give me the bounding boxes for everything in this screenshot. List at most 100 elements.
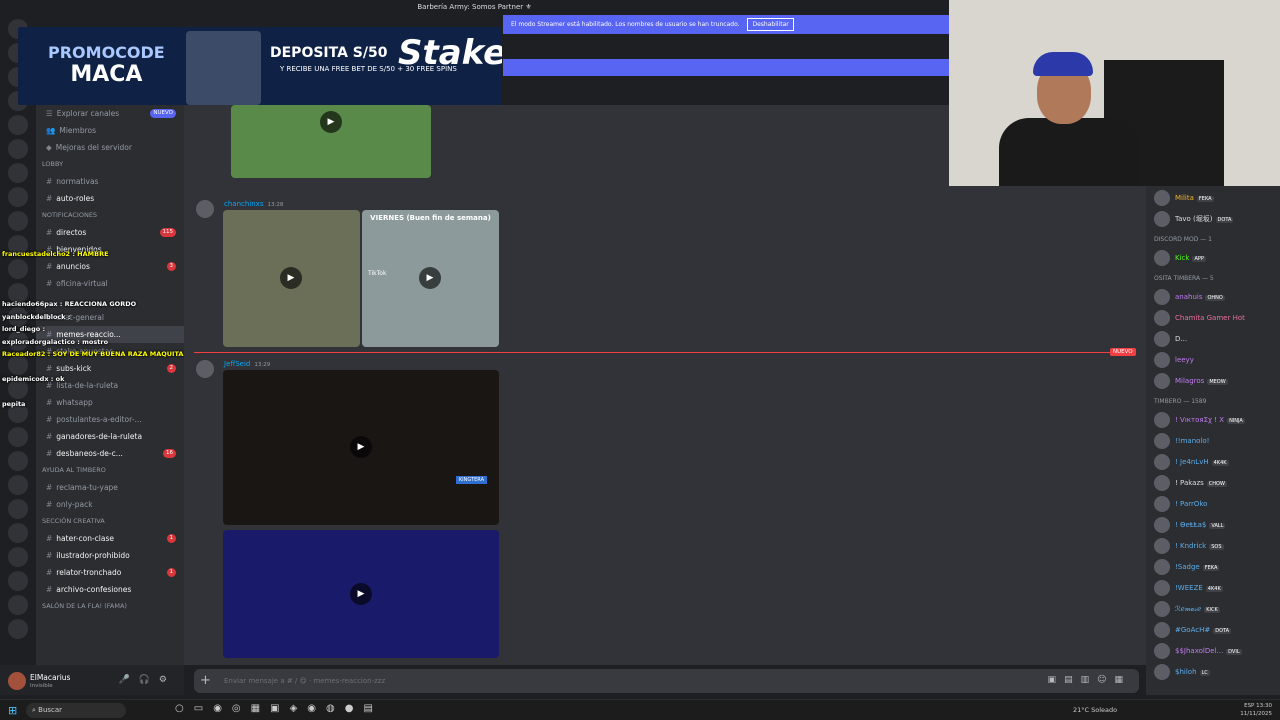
server-icon[interactable] bbox=[8, 571, 28, 591]
play-icon[interactable]: ▶ bbox=[419, 267, 441, 289]
play-icon[interactable]: ▶ bbox=[320, 111, 342, 133]
app-icon[interactable]: ◈ bbox=[290, 703, 308, 714]
app-icon[interactable]: ● bbox=[345, 703, 364, 714]
avatar[interactable] bbox=[196, 360, 214, 378]
author-name[interactable]: chanchinxs bbox=[224, 200, 263, 208]
server-icon[interactable] bbox=[8, 499, 28, 519]
avatar[interactable] bbox=[196, 200, 214, 218]
sticker-icon[interactable]: ▥ bbox=[1081, 675, 1098, 685]
mic-icon[interactable]: 🎤 bbox=[118, 675, 138, 685]
channel-category[interactable]: AYUDA AL TIMBERO bbox=[36, 462, 184, 479]
app-icon[interactable]: ▣ bbox=[270, 703, 289, 714]
add-attachment-icon[interactable]: + bbox=[200, 673, 211, 688]
member-item[interactable]: ! Pakazs CHOW bbox=[1154, 475, 1227, 493]
hash-icon: # bbox=[46, 500, 53, 509]
clock[interactable]: ESP 13:30 11/11/2025 bbox=[1240, 702, 1272, 718]
channel-category[interactable]: SECCIÓN CREATIVA bbox=[36, 513, 184, 530]
channel-item[interactable]: # archivo-confesiones bbox=[36, 581, 184, 598]
channel-category[interactable]: SALÓN DE LA FLA! (FAMA) bbox=[36, 598, 184, 615]
server-icon[interactable] bbox=[8, 115, 28, 135]
channel-item[interactable]: # reclama-tu-yape bbox=[36, 479, 184, 496]
windows-start-icon[interactable]: ⊞ bbox=[8, 704, 17, 717]
member-item[interactable]: Kick APP bbox=[1154, 250, 1206, 268]
video-attachment[interactable]: ▶ bbox=[223, 210, 360, 347]
member-item[interactable]: ! ParrOko bbox=[1154, 496, 1207, 514]
video-attachment[interactable]: ▶ bbox=[223, 530, 499, 658]
member-item[interactable]: leeyy bbox=[1154, 352, 1194, 370]
channel-category[interactable]: LOBBY bbox=[36, 156, 184, 173]
member-item[interactable]: Milagros MEOW bbox=[1154, 373, 1228, 391]
member-item[interactable]: !WEEZE 4K4K bbox=[1154, 580, 1223, 598]
user-name[interactable]: ElMacarius bbox=[30, 673, 70, 682]
gear-icon[interactable]: ⚙ bbox=[159, 675, 176, 685]
server-icon[interactable] bbox=[8, 187, 28, 207]
channel-item[interactable]: # auto-roles bbox=[36, 190, 184, 207]
play-icon[interactable]: ▶ bbox=[350, 436, 372, 458]
channel-label: LOBBY bbox=[42, 160, 64, 168]
server-icon[interactable] bbox=[8, 595, 28, 615]
gift-icon[interactable]: ▣ bbox=[1048, 675, 1065, 685]
app-icon[interactable]: ◎ bbox=[232, 703, 251, 714]
app-icon[interactable]: ◉ bbox=[213, 703, 232, 714]
author-name[interactable]: JeffSeid bbox=[224, 360, 250, 368]
app-icon[interactable]: ◉ bbox=[307, 703, 326, 714]
message-input[interactable]: + Enviar mensaje a # / 😋 · memes-reaccio… bbox=[194, 669, 1139, 693]
channel-item[interactable]: # hater-con-clase 1 bbox=[36, 530, 184, 547]
member-item[interactable]: Tavo (堀坂) DOTA bbox=[1154, 211, 1234, 229]
app-icon[interactable]: ▤ bbox=[363, 703, 382, 714]
avatar[interactable] bbox=[8, 672, 26, 690]
member-item[interactable]: ! ϴeⱠⱠa$ VALL bbox=[1154, 517, 1226, 535]
gif-icon[interactable]: ▤ bbox=[1064, 675, 1081, 685]
video-attachment[interactable]: KINGTERA ▶ bbox=[223, 370, 499, 525]
members-link[interactable]: 👥 Miembros bbox=[36, 122, 184, 139]
channel-item[interactable]: # only-pack bbox=[36, 496, 184, 513]
server-icon[interactable] bbox=[8, 523, 28, 543]
channel-item[interactable]: # desbaneos-de-c... 16 bbox=[36, 445, 184, 462]
server-boosts[interactable]: ◆ Mejoras del servidor bbox=[36, 139, 184, 156]
media-attachment[interactable]: ▶ bbox=[231, 105, 431, 178]
server-icon[interactable] bbox=[8, 475, 28, 495]
member-item[interactable]: ! Je4nLvH 4K4K bbox=[1154, 454, 1229, 472]
play-icon[interactable]: ▶ bbox=[280, 267, 302, 289]
app-icon[interactable]: ○ bbox=[175, 703, 194, 714]
server-icon[interactable] bbox=[8, 139, 28, 159]
member-item[interactable]: !!manolo! bbox=[1154, 433, 1209, 451]
weather-widget[interactable]: 21°C Soleado bbox=[1073, 706, 1117, 714]
member-item[interactable]: !Sadge FEKA bbox=[1154, 559, 1220, 577]
channel-item[interactable]: # ilustrador-prohibido bbox=[36, 547, 184, 564]
explore-channels-label: Explorar canales bbox=[56, 109, 120, 118]
taskbar-search[interactable]: ⌕ Buscar bbox=[26, 703, 126, 718]
server-icon[interactable] bbox=[8, 427, 28, 447]
member-item[interactable]: anahuis OHNO bbox=[1154, 289, 1225, 307]
headphones-icon[interactable]: 🎧 bbox=[139, 675, 159, 685]
member-item[interactable]: Chamita Gamer Hot bbox=[1154, 310, 1245, 328]
member-item[interactable]: $$JhaxolDel... DVIL bbox=[1154, 643, 1242, 661]
message-author[interactable]: JeffSeid 13:29 bbox=[224, 360, 270, 368]
member-item[interactable]: ℛℯ𝓂𝒶𝓈ℯ KICK bbox=[1154, 601, 1220, 619]
app-icon[interactable]: ▦ bbox=[251, 703, 270, 714]
apps-icon[interactable]: ▦ bbox=[1114, 675, 1131, 685]
channel-item[interactable]: # relator-tronchado 1 bbox=[36, 564, 184, 581]
app-icon[interactable]: ▭ bbox=[194, 703, 213, 714]
member-item[interactable]: Milita FEKA bbox=[1154, 190, 1214, 208]
channel-item[interactable]: # ganadores-de-la-ruleta bbox=[36, 428, 184, 445]
message-author[interactable]: chanchinxs 13:28 bbox=[224, 200, 283, 208]
play-icon[interactable]: ▶ bbox=[350, 583, 372, 605]
server-icon[interactable] bbox=[8, 163, 28, 183]
disable-streamer-button[interactable]: Deshabilitar bbox=[747, 18, 794, 31]
emoji-icon[interactable]: ☺ bbox=[1097, 675, 1114, 685]
member-item[interactable]: #GoAcH# DOTA bbox=[1154, 622, 1232, 640]
explore-channels[interactable]: ☰ Explorar canales NUEVO bbox=[36, 105, 184, 122]
member-item[interactable]: $hiloh LC bbox=[1154, 664, 1210, 682]
channel-item[interactable]: # normativas bbox=[36, 173, 184, 190]
video-attachment[interactable]: VIERNES (Buen fin de semana) TikTok ▶ bbox=[362, 210, 499, 347]
server-icon[interactable] bbox=[8, 619, 28, 639]
member-item[interactable]: ! VıктoяΣχ ! X NINJA bbox=[1154, 412, 1245, 430]
app-icon[interactable]: ◍ bbox=[326, 703, 345, 714]
server-icon[interactable] bbox=[8, 451, 28, 471]
member-item[interactable]: ! Kndrick SOS bbox=[1154, 538, 1224, 556]
language-indicator[interactable]: ESP bbox=[1244, 703, 1254, 709]
member-item[interactable]: D... bbox=[1154, 331, 1187, 349]
server-icon[interactable] bbox=[8, 547, 28, 567]
member-name: $hiloh bbox=[1175, 668, 1197, 676]
